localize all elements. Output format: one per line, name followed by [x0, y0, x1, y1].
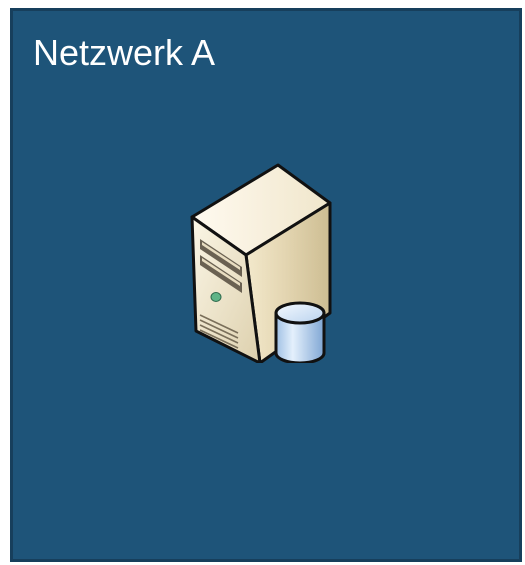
network-zone: Netzwerk A [10, 8, 522, 562]
database-server-node [190, 163, 332, 363]
database-server-icon [190, 163, 332, 363]
zone-title: Netzwerk A [33, 32, 216, 73]
